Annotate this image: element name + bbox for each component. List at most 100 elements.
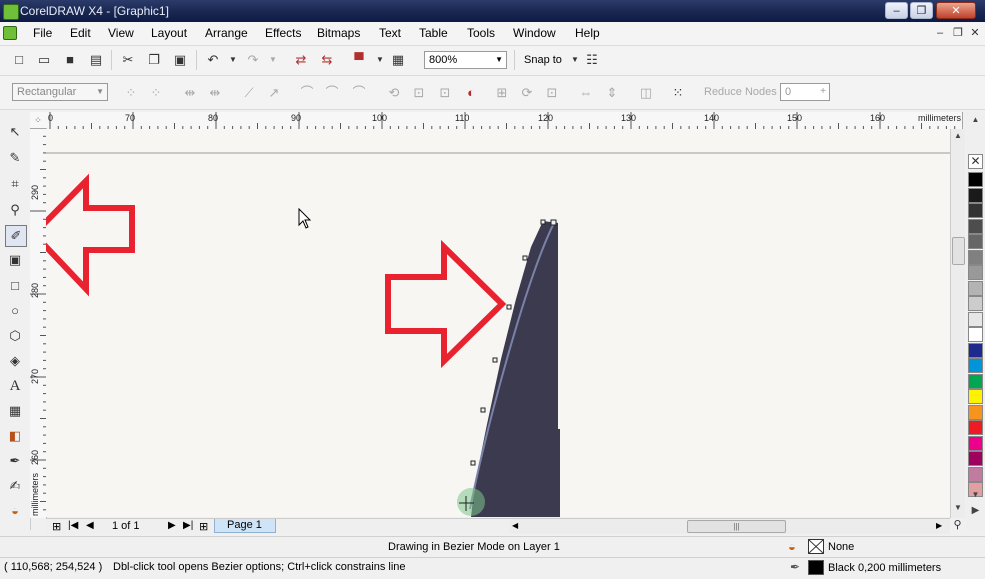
basic-shapes-tool-icon[interactable]: ◈ <box>5 351 25 371</box>
color-swatch[interactable] <box>968 218 983 234</box>
color-swatch[interactable] <box>968 466 983 482</box>
copy-icon[interactable]: ❐ <box>145 51 163 69</box>
color-swatch[interactable] <box>968 280 983 296</box>
bezier-tool-icon[interactable]: ✐ <box>5 225 27 247</box>
previous-page-icon[interactable]: ◀ <box>86 520 94 531</box>
snap-to-button[interactable]: Snap to <box>524 54 562 66</box>
join-nodes-icon[interactable]: ⇹ <box>181 84 199 102</box>
interactive-blend-tool-icon[interactable]: ◧ <box>5 426 25 446</box>
scroll-left-icon[interactable]: ◀ <box>512 521 518 530</box>
color-swatch[interactable] <box>968 296 983 311</box>
page-tab[interactable]: Page 1 <box>214 519 276 533</box>
fill-tool-icon[interactable]: ◒ <box>5 501 25 521</box>
menu-help[interactable]: Help <box>575 26 600 40</box>
add-node-icon[interactable]: ⁘ <box>122 84 140 102</box>
menu-arrange[interactable]: Arrange <box>205 26 248 40</box>
no-color-swatch[interactable]: ✕ <box>968 154 983 169</box>
convert-to-line-icon[interactable]: ⟋ <box>240 84 258 102</box>
smart-fill-tool-icon[interactable]: ▣ <box>5 250 25 270</box>
doc-minimize-button[interactable]: – <box>932 25 948 41</box>
welcome-screen-icon[interactable]: ▦ <box>389 51 407 69</box>
elastic-mode-icon[interactable]: ◫ <box>637 84 655 102</box>
color-swatch[interactable] <box>968 420 983 435</box>
horizontal-scrollbar[interactable]: ◀ ||| ▶ <box>510 518 950 534</box>
text-tool-icon[interactable]: A <box>5 376 25 396</box>
extend-curve-icon[interactable]: ⊡ <box>410 84 428 102</box>
reflect-vertical-icon[interactable]: ⇕ <box>603 84 621 102</box>
print-icon[interactable]: ▤ <box>87 51 105 69</box>
insert-page-after-icon[interactable]: ⊞ <box>199 520 208 533</box>
pick-tool-icon[interactable]: ↖ <box>5 122 25 142</box>
options-icon[interactable]: ☷ <box>583 51 601 69</box>
vertical-scrollbar[interactable]: ▲ ▼ <box>950 129 965 518</box>
align-nodes-icon[interactable]: ⊡ <box>543 84 561 102</box>
reduce-nodes-button[interactable]: Reduce Nodes <box>704 86 777 98</box>
color-swatch[interactable] <box>968 172 983 187</box>
color-swatch[interactable] <box>968 342 983 358</box>
navigator-zoom-icon[interactable]: ⚲ <box>950 518 965 533</box>
close-button[interactable]: ✕ <box>936 2 976 19</box>
color-swatch[interactable] <box>968 435 983 451</box>
reflect-horizontal-icon[interactable]: ⇔ <box>577 84 595 102</box>
rotate-nodes-icon[interactable]: ⟳ <box>518 84 536 102</box>
color-swatch[interactable] <box>968 373 983 389</box>
color-swatch[interactable] <box>968 389 983 404</box>
fill-none-swatch[interactable] <box>808 539 824 554</box>
undo-dropdown-icon[interactable]: ▼ <box>224 51 242 69</box>
first-page-icon[interactable]: |◀ <box>68 520 78 531</box>
ellipse-tool-icon[interactable]: ○ <box>5 301 25 321</box>
color-swatch[interactable] <box>968 404 983 420</box>
coreldraw-app-icon[interactable] <box>3 4 19 20</box>
next-page-icon[interactable]: ▶ <box>168 520 176 531</box>
export-icon[interactable]: ⇆ <box>318 51 336 69</box>
color-swatch[interactable] <box>968 187 983 203</box>
menu-text[interactable]: Text <box>379 26 401 40</box>
last-page-icon[interactable]: ▶| <box>183 520 193 531</box>
menu-layout[interactable]: Layout <box>151 26 187 40</box>
new-document-icon[interactable]: □ <box>10 51 28 69</box>
color-swatch[interactable] <box>968 311 983 327</box>
menu-table[interactable]: Table <box>419 26 448 40</box>
application-launcher-icon[interactable]: ▀ <box>350 51 368 69</box>
doc-restore-button[interactable]: ❐ <box>950 25 966 41</box>
curve-node[interactable] <box>540 219 546 225</box>
scroll-up-icon[interactable]: ▲ <box>953 131 963 141</box>
zoom-level-combo[interactable]: 800% ▼ <box>424 51 507 69</box>
table-tool-icon[interactable]: ▦ <box>5 401 25 421</box>
color-swatch[interactable] <box>968 327 983 342</box>
selection-mode-combo[interactable]: Rectangular ▼ <box>12 83 108 101</box>
redo-icon[interactable]: ↷ <box>244 51 262 69</box>
curve-node[interactable] <box>506 304 512 310</box>
symmetrical-node-icon[interactable]: ⌒ <box>350 84 368 102</box>
cusp-node-icon[interactable]: ⌒ <box>298 84 316 102</box>
auto-close-curve-icon[interactable]: ◐ <box>462 84 480 102</box>
crop-tool-icon[interactable]: ⌗ <box>5 174 25 194</box>
fill-bucket-icon[interactable]: ◒ <box>788 539 803 554</box>
minimize-button[interactable]: – <box>885 2 908 19</box>
break-curve-icon[interactable]: ⇹ <box>206 84 224 102</box>
document-icon[interactable] <box>3 26 17 40</box>
smooth-node-icon[interactable]: ⌒ <box>323 84 341 102</box>
menu-tools[interactable]: Tools <box>467 26 495 40</box>
palette-scroll-down-icon[interactable]: ▼ <box>970 490 981 500</box>
menu-bitmaps[interactable]: Bitmaps <box>317 26 360 40</box>
convert-to-curve-icon[interactable]: ↗ <box>265 84 283 102</box>
zoom-tool-icon[interactable]: ⚲ <box>5 200 25 220</box>
undo-icon[interactable]: ↶ <box>204 51 222 69</box>
curve-node[interactable] <box>550 219 557 226</box>
extract-subpath-icon[interactable]: ⊡ <box>436 84 454 102</box>
traced-shape[interactable] <box>471 221 560 517</box>
insert-page-before-icon[interactable]: ⊞ <box>52 520 61 533</box>
menu-file[interactable]: File <box>33 26 52 40</box>
shape-tool-icon[interactable]: ✎ <box>5 148 25 168</box>
color-swatch[interactable] <box>968 234 983 249</box>
outline-color-swatch[interactable] <box>808 560 824 575</box>
import-icon[interactable]: ⇄ <box>292 51 310 69</box>
menu-view[interactable]: View <box>108 26 134 40</box>
curve-node[interactable] <box>480 407 486 413</box>
color-swatch[interactable] <box>968 203 983 218</box>
delete-node-icon[interactable]: ⁘ <box>147 84 165 102</box>
curve-node[interactable] <box>470 460 476 466</box>
stretch-nodes-icon[interactable]: ⊞ <box>493 84 511 102</box>
menu-effects[interactable]: Effects <box>265 26 301 40</box>
